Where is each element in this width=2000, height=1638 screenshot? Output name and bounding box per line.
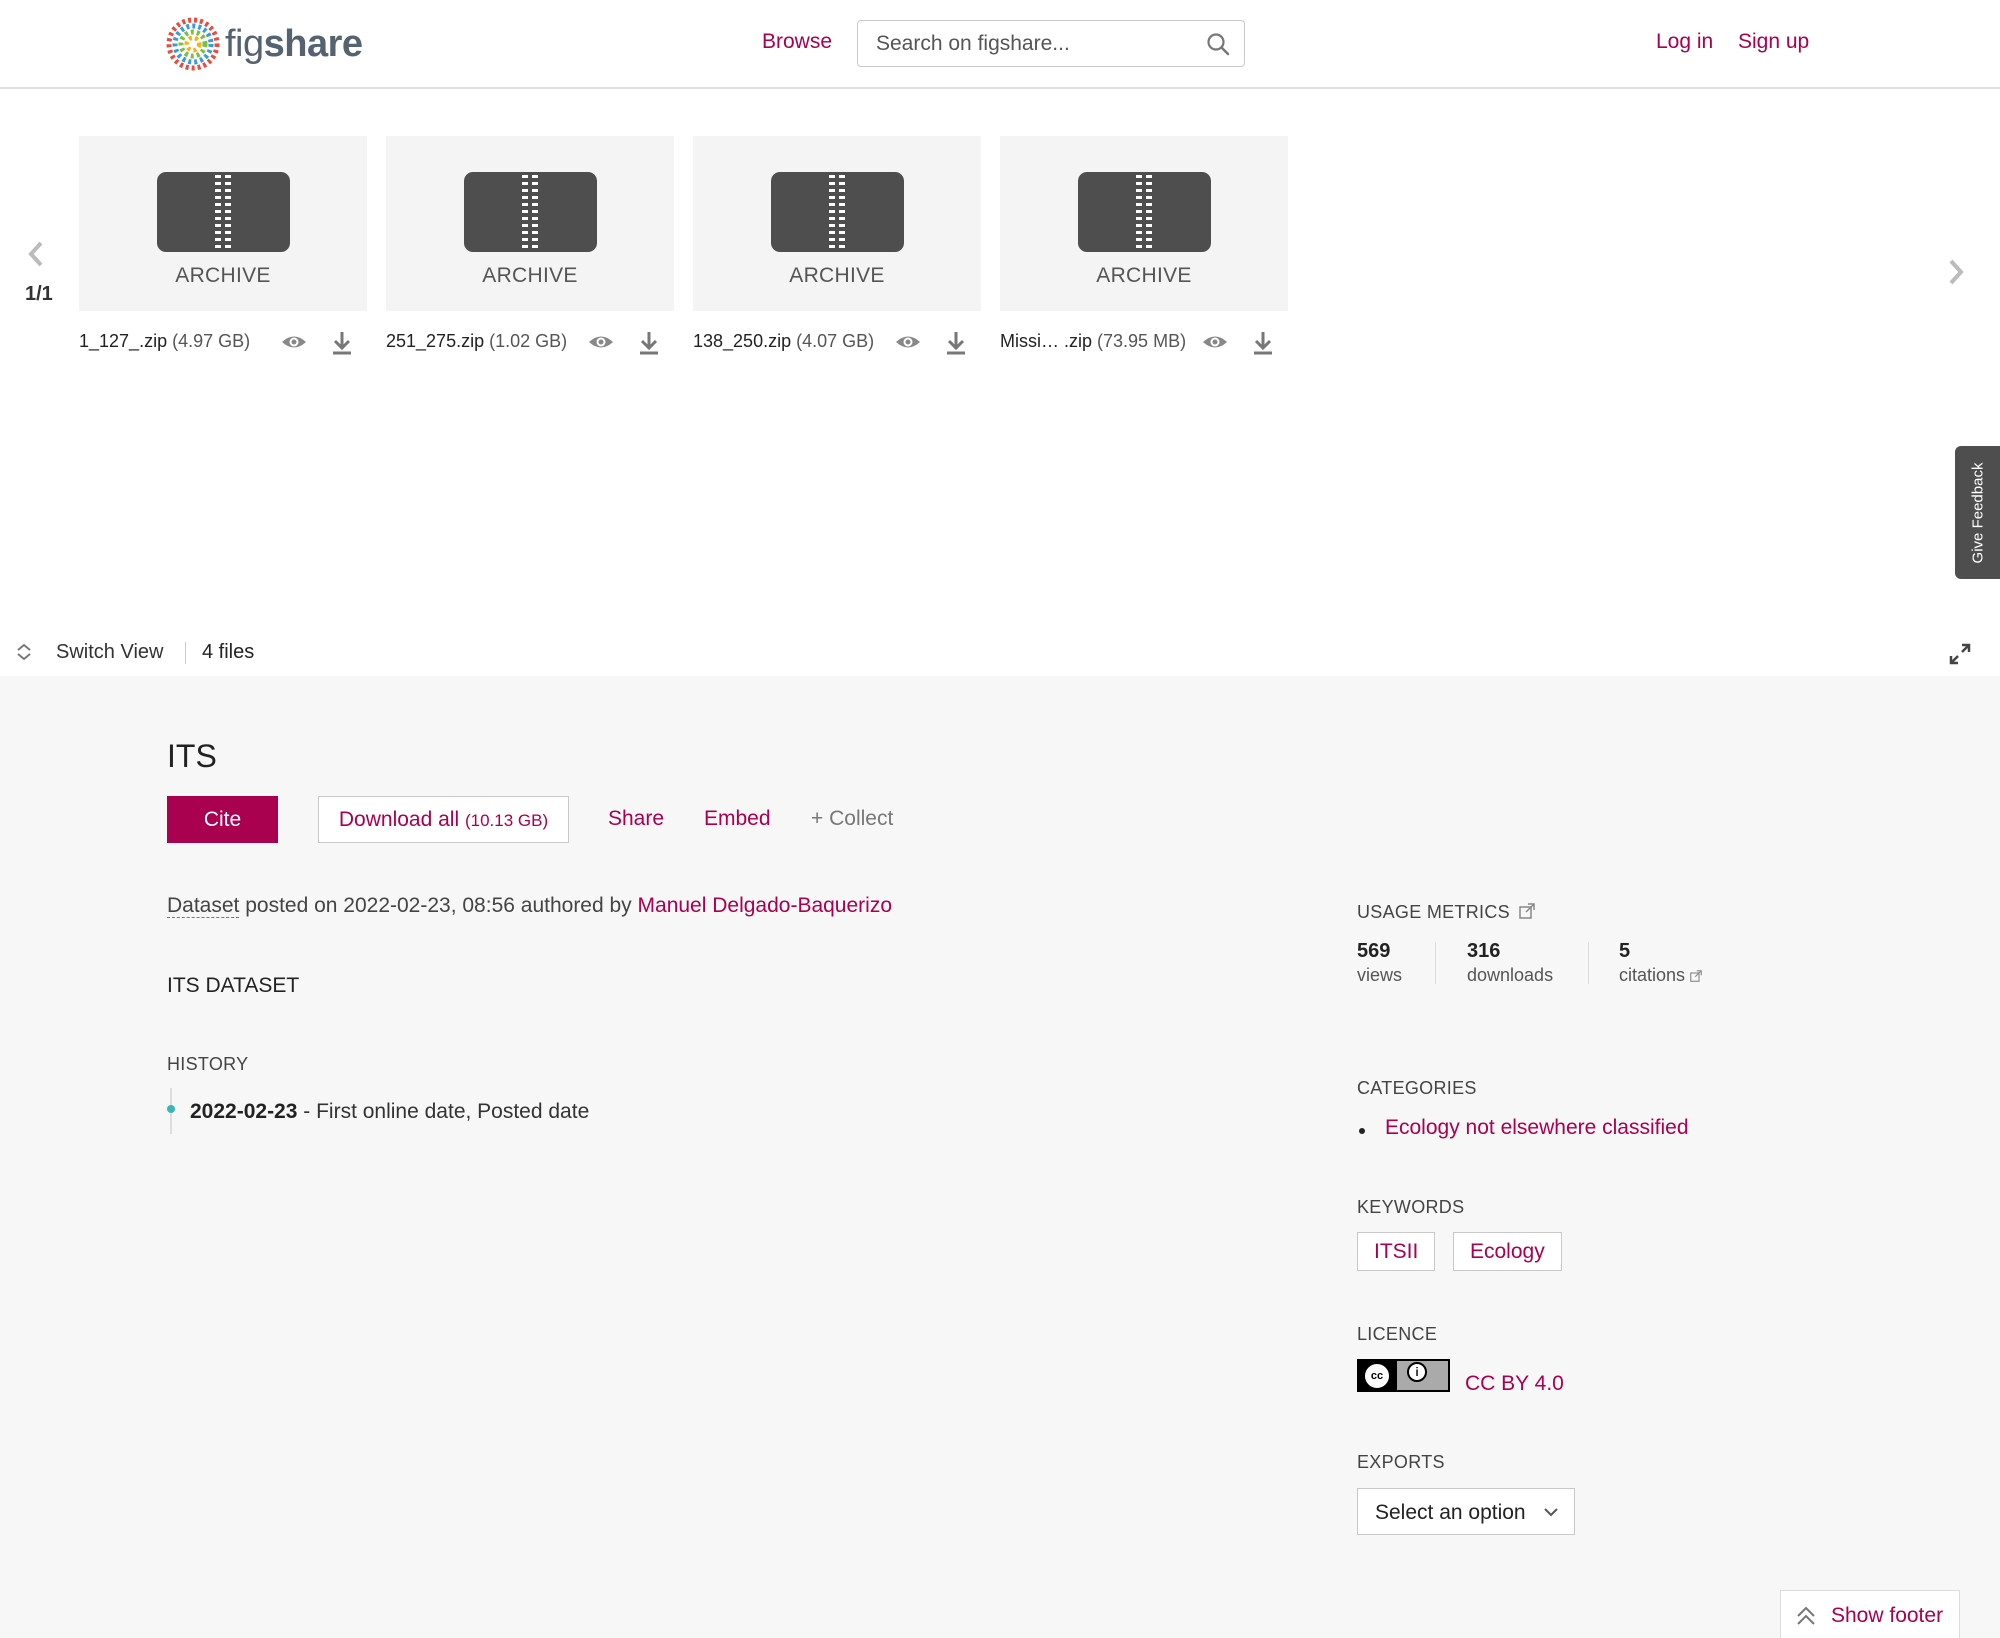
exports-select[interactable]: Select an option xyxy=(1357,1488,1575,1535)
archive-icon xyxy=(464,172,597,252)
archive-icon xyxy=(157,172,290,252)
file-type-label: ARCHIVE xyxy=(482,264,578,287)
eye-icon[interactable] xyxy=(1201,330,1229,359)
file-count: 4 files xyxy=(202,641,255,663)
file-name: Missi… .zip (73.95 MB) xyxy=(1000,331,1187,351)
switch-view-button[interactable]: Switch View xyxy=(56,641,163,664)
categories-heading: CATEGORIES xyxy=(1357,1078,1477,1098)
file-type-label: ARCHIVE xyxy=(175,264,271,287)
divider xyxy=(185,642,186,664)
keyword-tag[interactable]: Ecology xyxy=(1453,1232,1562,1271)
figshare-logo[interactable]: figshare xyxy=(165,16,363,72)
eye-icon[interactable] xyxy=(587,330,615,359)
file-name: 1_127_.zip (4.97 GB) xyxy=(79,331,251,351)
cite-button[interactable]: Cite xyxy=(167,796,278,843)
licence-heading: LICENCE xyxy=(1357,1324,1438,1344)
item-type[interactable]: Dataset xyxy=(167,894,240,918)
eye-icon[interactable] xyxy=(280,330,308,359)
licence-link[interactable]: CC BY 4.0 xyxy=(1465,1372,1564,1396)
metric-views: 569 views xyxy=(1357,940,1403,985)
keyword-tag[interactable]: ITSII xyxy=(1357,1232,1436,1271)
exports-heading: EXPORTS xyxy=(1357,1452,1445,1472)
divider xyxy=(1588,942,1589,984)
viewer-toolbar: Switch View 4 files xyxy=(0,630,2000,675)
give-feedback-tab[interactable]: Give Feedback xyxy=(1955,446,2000,579)
category-link[interactable]: Ecology not elsewhere classified xyxy=(1385,1116,1689,1140)
site-header: figshare Browse Log in Sign up xyxy=(0,0,2000,89)
chevron-left-icon xyxy=(28,241,43,267)
cc-by-license-icon[interactable]: cc i xyxy=(1357,1359,1450,1392)
file-type-label: ARCHIVE xyxy=(1096,264,1192,287)
switch-view-icon[interactable] xyxy=(14,642,34,667)
download-icon[interactable] xyxy=(637,330,661,361)
login-link[interactable]: Log in xyxy=(1656,30,1713,54)
next-page-button[interactable] xyxy=(1948,258,1964,291)
page-title: ITS xyxy=(167,738,217,774)
list-bullet xyxy=(1359,1128,1365,1134)
usage-metrics-heading[interactable]: USAGE METRICS xyxy=(1357,902,1535,923)
embed-link[interactable]: Embed xyxy=(704,807,771,831)
signup-link[interactable]: Sign up xyxy=(1738,30,1809,54)
archive-icon xyxy=(771,172,904,252)
history-item: 2022-02-23 - First online date, Posted d… xyxy=(190,1100,590,1123)
figshare-logo-icon xyxy=(166,17,220,71)
download-icon[interactable] xyxy=(330,330,354,361)
file-name: 138_250.zip (4.07 GB) xyxy=(693,331,875,351)
divider xyxy=(1435,942,1436,984)
metric-downloads: 316 downloads xyxy=(1467,940,1554,985)
file-preview-tile[interactable]: ARCHIVE xyxy=(1000,136,1288,311)
archive-icon xyxy=(1078,172,1211,252)
show-footer-button[interactable]: Show footer xyxy=(1780,1590,1960,1638)
double-chevron-up-icon xyxy=(1797,1606,1815,1625)
download-icon[interactable] xyxy=(944,330,968,361)
file-name: 251_275.zip (1.02 GB) xyxy=(386,331,568,351)
browse-link[interactable]: Browse xyxy=(762,30,832,54)
search-icon[interactable] xyxy=(1206,32,1230,61)
item-details: ITS Cite Download all (10.13 GB) Share E… xyxy=(0,676,2000,1638)
search-box xyxy=(857,20,1245,67)
external-link-icon xyxy=(1690,970,1702,982)
previous-page-button[interactable] xyxy=(28,240,44,273)
file-preview-tile[interactable]: ARCHIVE xyxy=(386,136,674,311)
expand-icon[interactable] xyxy=(1948,642,1972,671)
download-all-button[interactable]: Download all (10.13 GB) xyxy=(318,796,569,843)
share-link[interactable]: Share xyxy=(608,807,664,831)
external-link-icon xyxy=(1519,903,1535,919)
download-icon[interactable] xyxy=(1251,330,1275,361)
history-dot xyxy=(167,1105,175,1113)
chevron-right-icon xyxy=(1949,259,1964,285)
collect-link[interactable]: + Collect xyxy=(811,807,893,831)
eye-icon[interactable] xyxy=(894,330,922,359)
search-input[interactable] xyxy=(876,21,1196,66)
author-link[interactable]: Manuel Delgado-Baquerizo xyxy=(638,894,893,917)
file-preview-tile[interactable]: ARCHIVE xyxy=(79,136,367,311)
file-type-label: ARCHIVE xyxy=(789,264,885,287)
description: ITS DATASET xyxy=(167,974,300,997)
file-preview-tile[interactable]: ARCHIVE xyxy=(693,136,981,311)
keywords-heading: KEYWORDS xyxy=(1357,1197,1465,1217)
page-indicator: 1/1 xyxy=(25,283,53,305)
chevron-down-icon xyxy=(1544,1508,1558,1517)
history-heading: HISTORY xyxy=(167,1054,249,1074)
posted-info: Dataset posted on 2022-02-23, 08:56 auth… xyxy=(167,894,893,918)
metric-citations[interactable]: 5 citations xyxy=(1619,940,1702,986)
